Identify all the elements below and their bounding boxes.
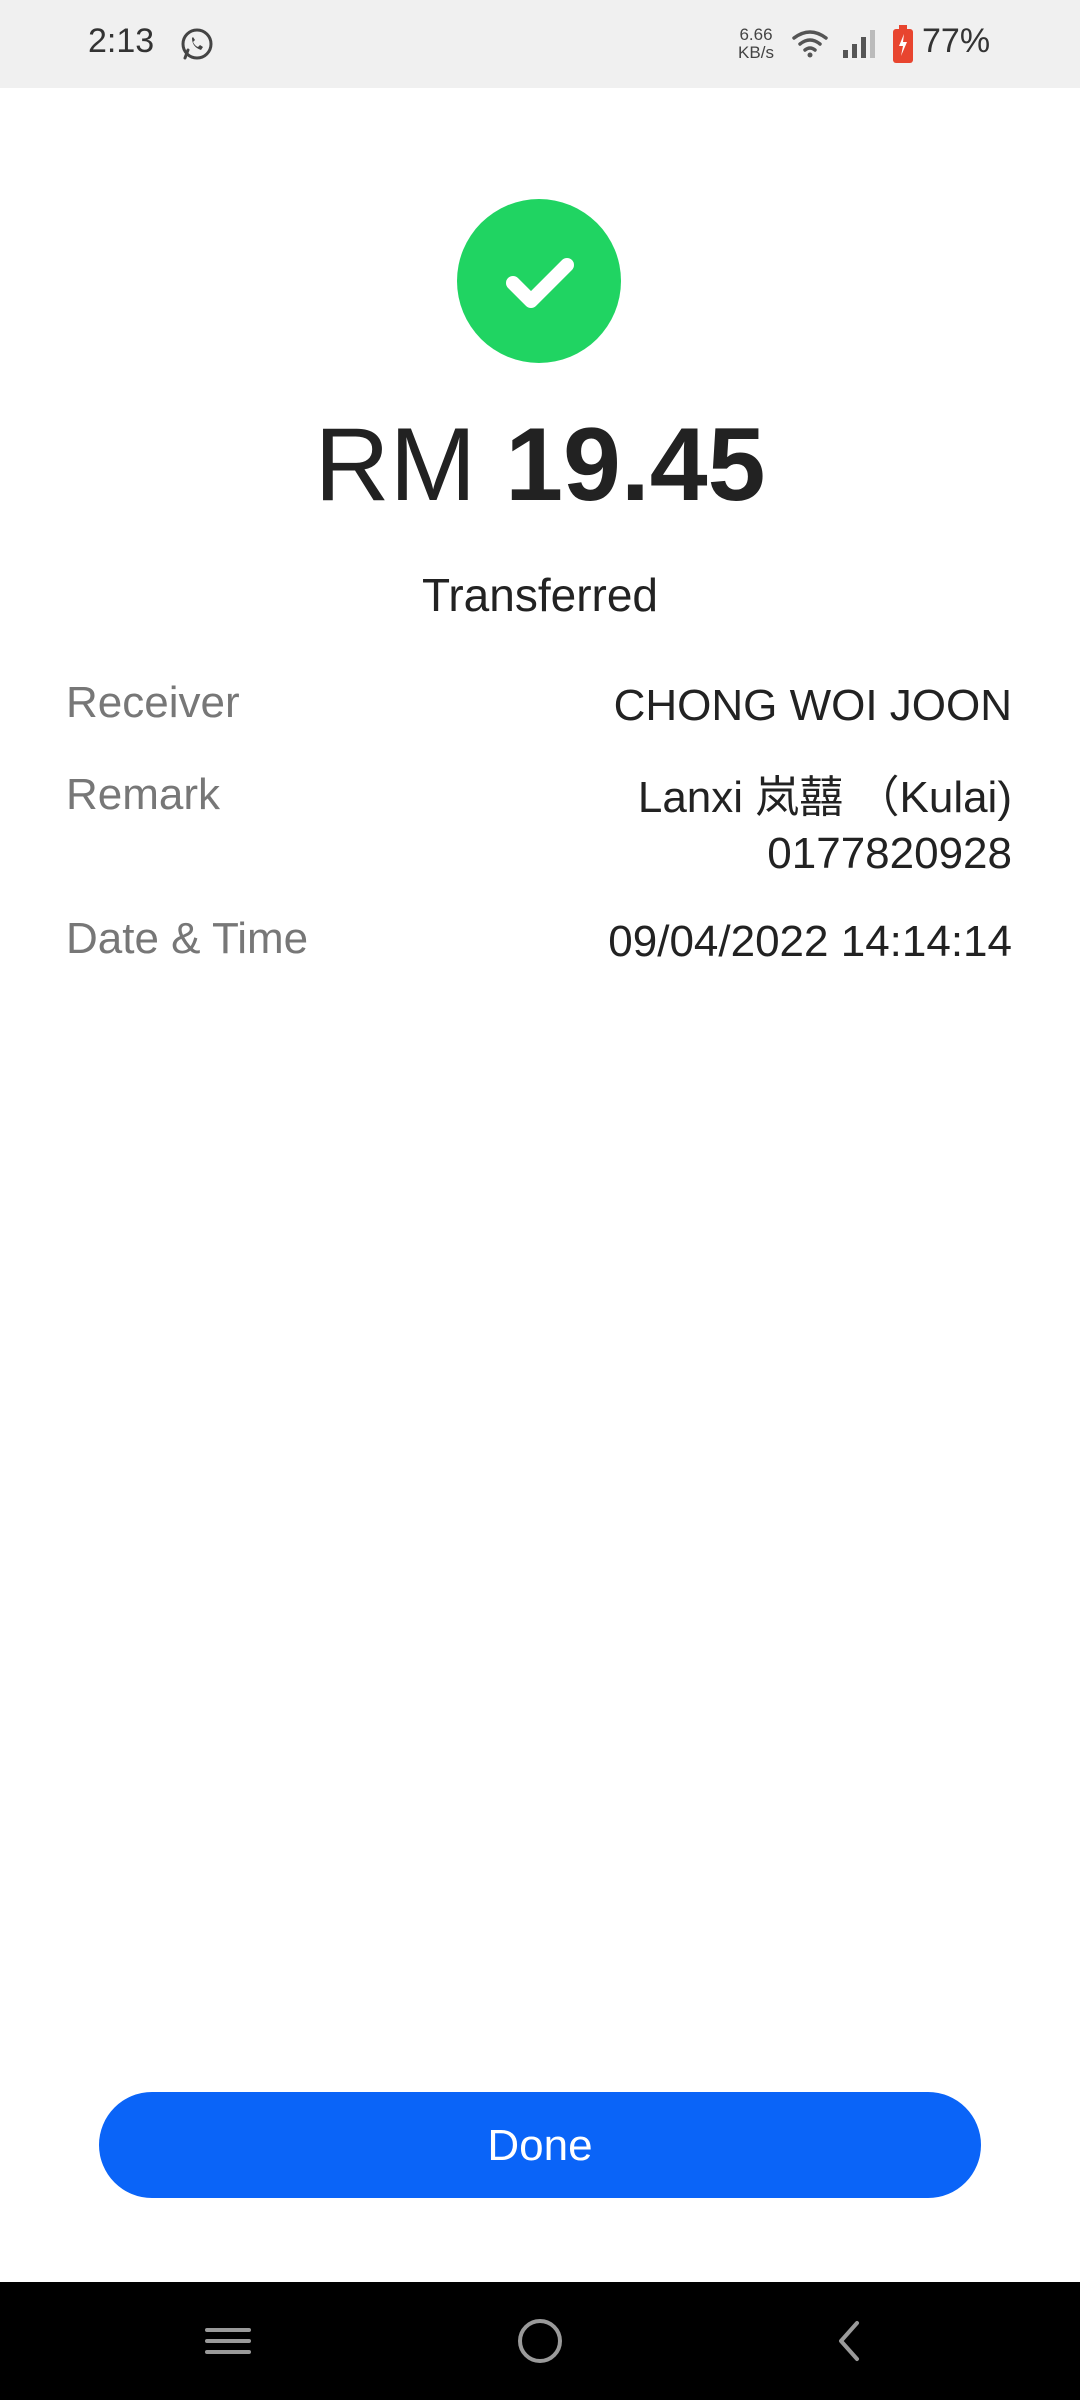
status-time: 2:13: [88, 22, 155, 60]
receiver-value: CHONG WOI JOON: [613, 681, 1012, 730]
recents-icon[interactable]: [193, 2306, 263, 2376]
battery-icon: [892, 24, 914, 64]
remark-line-1: Lanxi 岚囍 （Kulai): [637, 773, 1012, 822]
done-button[interactable]: Done: [99, 2092, 981, 2198]
amount-currency: RM: [314, 407, 477, 523]
transfer-amount: RM 19.45: [0, 405, 1080, 525]
datetime-label: Date & Time: [66, 914, 309, 963]
remark-label: Remark: [66, 770, 221, 819]
success-check-icon: [457, 199, 621, 363]
whatsapp-icon: [178, 25, 216, 63]
amount-value: 19.45: [505, 407, 766, 523]
network-speed-unit: KB/s: [738, 43, 774, 62]
receiver-label: Receiver: [66, 678, 240, 727]
wifi-icon: [790, 28, 830, 60]
navigation-bar: [0, 2282, 1080, 2400]
status-bar: 2:13 6.66 KB/s 77%: [0, 0, 1080, 88]
battery-percent: 77%: [922, 22, 991, 60]
remark-line-2: 0177820928: [767, 829, 1012, 878]
home-icon[interactable]: [505, 2306, 575, 2376]
transfer-status: Transferred: [421, 569, 659, 621]
back-icon[interactable]: [815, 2306, 885, 2376]
datetime-value: 09/04/2022 14:14:14: [608, 917, 1012, 966]
network-speed: 6.66 KB/s: [732, 26, 780, 62]
signal-icon: [841, 28, 877, 60]
remark-value: Lanxi 岚囍 （Kulai) 0177820928: [638, 770, 1012, 882]
network-speed-value: 6.66: [739, 25, 773, 44]
